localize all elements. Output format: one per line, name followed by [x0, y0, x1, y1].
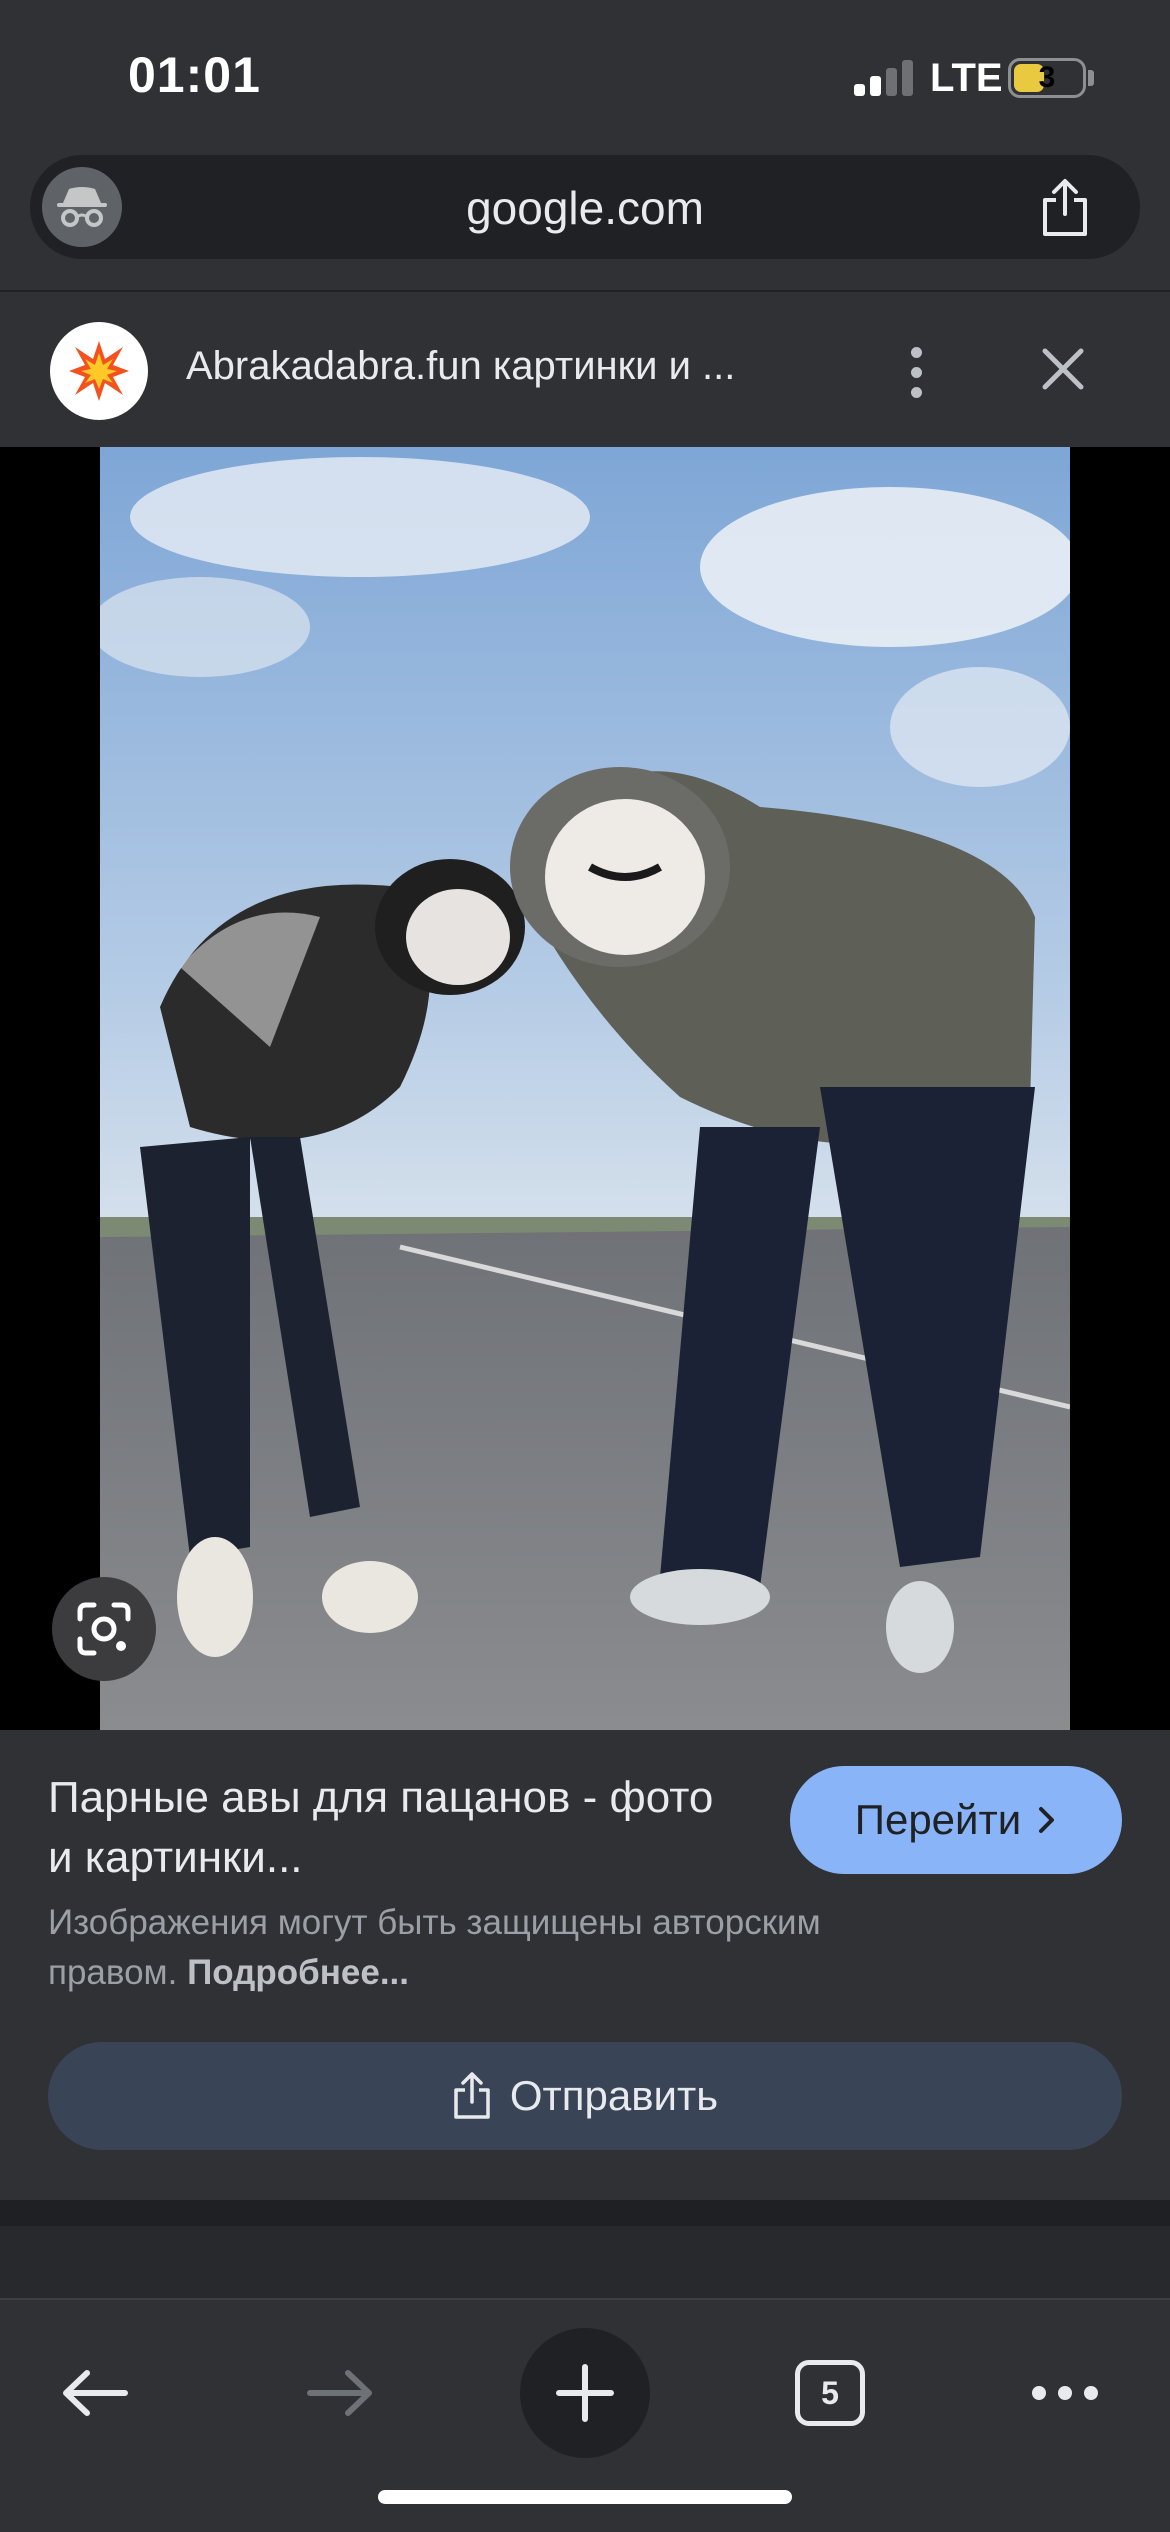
back-button[interactable] [30, 2328, 160, 2458]
chevron-right-icon [1039, 1807, 1055, 1833]
source-title[interactable]: Abrakadabra.fun картинки и ... [186, 344, 826, 389]
send-button-label: Отправить [509, 2072, 719, 2119]
status-bar: 01:01 LTE 3 [0, 0, 1170, 150]
status-time: 01:01 [128, 47, 261, 103]
share-icon[interactable] [1030, 173, 1100, 243]
arrow-left-icon [63, 2370, 128, 2416]
new-tab-button[interactable] [520, 2328, 650, 2458]
copyright-text: Изображения могут быть защищены авторски… [48, 1903, 821, 1992]
copyright-notice: Изображения могут быть защищены авторски… [48, 1898, 948, 1998]
image-viewer [0, 447, 1170, 1730]
battery-tip [1088, 70, 1094, 86]
tab-count: 5 [795, 2360, 865, 2426]
share-icon [454, 2072, 490, 2119]
result-title[interactable]: Парные авы для пацанов - фото и картинки… [48, 1768, 748, 1888]
explosion-favicon-icon [50, 322, 148, 420]
arrow-right-icon [307, 2370, 372, 2416]
more-menu-button[interactable] [1000, 2328, 1130, 2458]
google-lens-icon[interactable] [52, 1577, 156, 1681]
browser-screen: 01:01 LTE 3 google.com Abrakadabra.fun к… [0, 0, 1170, 2532]
plus-icon [556, 2364, 614, 2422]
network-type: LTE [930, 56, 1003, 100]
tab-switcher-button[interactable]: 5 [765, 2328, 895, 2458]
cellular-signal-icon [854, 60, 914, 96]
url-text[interactable]: google.com [30, 181, 1140, 235]
source-header: Abrakadabra.fun картинки и ... [0, 292, 1170, 447]
forward-button[interactable] [275, 2328, 405, 2458]
address-bar[interactable]: google.com [30, 155, 1140, 259]
learn-more-link[interactable]: Подробнее... [187, 1953, 409, 1992]
more-options-icon[interactable] [886, 332, 946, 412]
more-horizontal-icon [1032, 2386, 1098, 2400]
close-icon[interactable] [1030, 336, 1096, 402]
visit-button-label: Перейти [854, 1796, 1022, 1843]
battery-level: 3 [1038, 61, 1056, 94]
send-button[interactable]: Отправить [48, 2042, 1122, 2150]
home-indicator[interactable] [378, 2490, 792, 2504]
visit-button[interactable]: Перейти [790, 1766, 1122, 1874]
divider [0, 2200, 1170, 2226]
preview-image[interactable] [100, 447, 1070, 1730]
image-info-panel: Парные авы для пацанов - фото и картинки… [0, 1730, 1170, 2200]
battery-icon: 3 [1008, 58, 1086, 98]
